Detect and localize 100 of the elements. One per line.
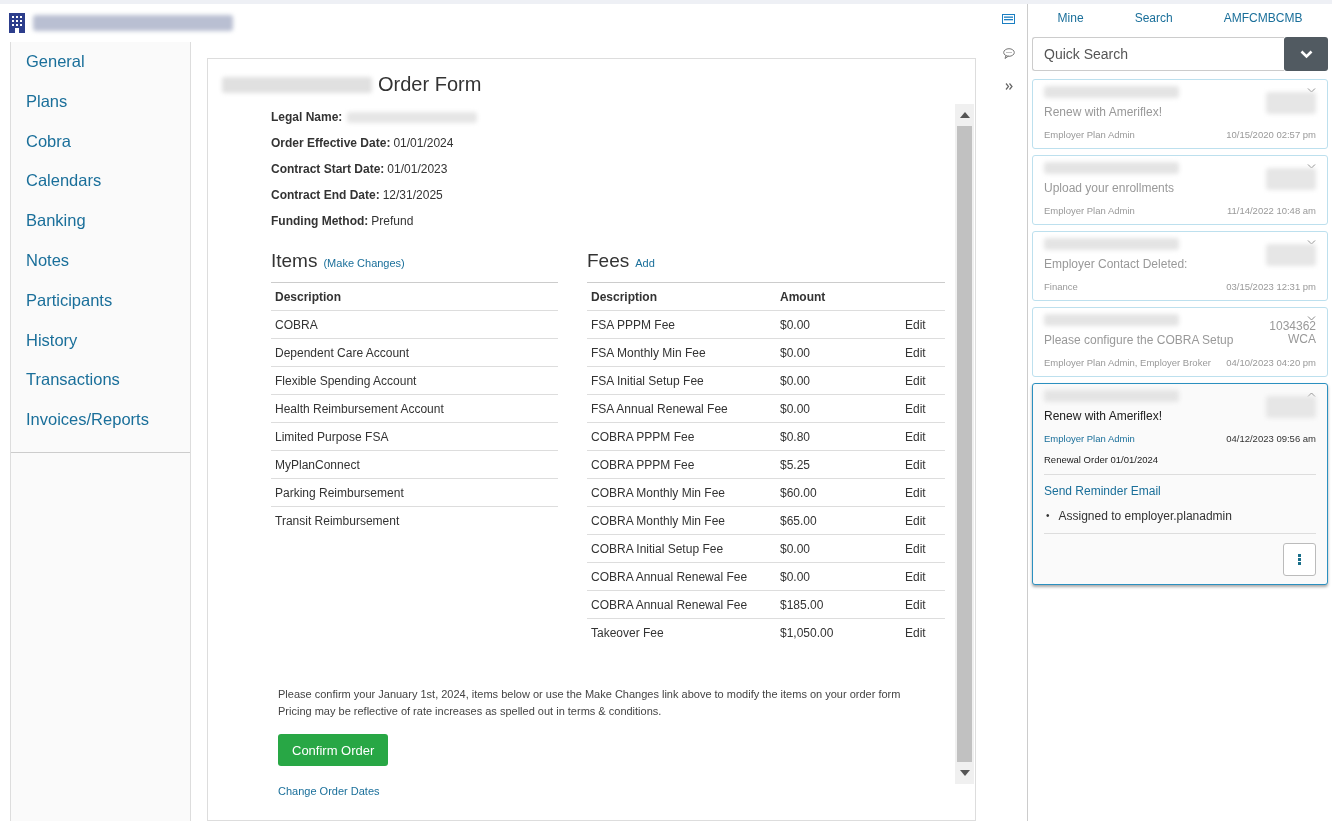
assigned-roles: Employer Plan Admin (1044, 129, 1135, 140)
redacted-text (1266, 168, 1316, 190)
panel-tab[interactable]: AMFCMBCMB (1223, 11, 1303, 31)
table-cell-text: FSA Annual Renewal Fee (591, 401, 729, 416)
task-card[interactable]: Renew with Ameriflex! Employer Plan Admin 04/12/2023 09:56 am Renewal Order 01/01/2024 Send Reminder Email • Assigned to employer.planadmin (1032, 383, 1328, 585)
task-message: Renew with Ameriflex! (1044, 104, 1163, 119)
table-cell-text: $0.00 (780, 401, 812, 416)
table-cell-text: Takeover Fee (591, 625, 665, 640)
panel-tab[interactable]: Mine (1057, 11, 1084, 31)
task-detail: Renewal Order 01/01/2024 (1044, 454, 1160, 465)
scroll-up-arrow-icon[interactable] (959, 112, 970, 118)
table-cell-text: COBRA Monthly Min Fee (591, 513, 727, 528)
section-title: Fees (587, 250, 630, 272)
table-cell-text: $0.00 (780, 373, 812, 388)
chat-icon[interactable] (1002, 48, 1015, 59)
column-header: Description (591, 289, 658, 304)
table-cell-text: $0.00 (780, 569, 812, 584)
panel-tab[interactable]: Search (1134, 11, 1173, 31)
chevron-down-icon (1299, 49, 1313, 59)
more-options-button[interactable] (1283, 543, 1316, 576)
table-cell-text: FSA Monthly Min Fee (591, 345, 707, 360)
table-cell-text: COBRA PPPM Fee (591, 457, 696, 472)
nav-item[interactable]: Transactions (11, 364, 190, 405)
table-cell-text: $60.00 (780, 485, 818, 500)
confirm-order-button[interactable]: Confirm Order (278, 734, 389, 766)
edit-link[interactable]: Edit (905, 401, 926, 416)
nav-item[interactable]: Notes (11, 245, 190, 285)
edit-link[interactable]: Edit (905, 597, 926, 612)
nav-item[interactable]: Invoices/Reports (11, 404, 190, 444)
redacted-text (1266, 396, 1316, 418)
reference-text: WCA (1288, 333, 1316, 346)
task-card[interactable]: Upload your enrollments Employer Plan Admin 11/14/2022 10:48 am (1032, 155, 1328, 225)
send-reminder-link[interactable]: Send Reminder Email (1044, 484, 1316, 498)
field-label: Funding Method: (271, 214, 369, 228)
table-cell: Parking Reimbursement (275, 485, 404, 500)
dropdown-button[interactable] (1284, 37, 1328, 71)
nav-item[interactable]: General (11, 46, 190, 86)
reference-text: 1034362 (1269, 320, 1316, 333)
task-message: Please configure the COBRA Setup (1044, 332, 1234, 347)
edit-link[interactable]: Edit (905, 625, 926, 640)
assigned-roles: Finance (1044, 281, 1078, 292)
table-cell-text: $0.00 (780, 541, 812, 556)
table-cell-text: $0.00 (780, 345, 812, 360)
assigned-roles: Employer Plan Admin, Employer Broker (1044, 357, 1211, 368)
edit-link[interactable]: Edit (905, 485, 926, 500)
list-icon[interactable] (1002, 14, 1015, 24)
nav-item[interactable]: Plans (11, 85, 190, 126)
table-cell-text: $1,050.00 (780, 625, 835, 640)
add-link[interactable]: Add (635, 257, 655, 269)
assigned-roles: Employer Plan Admin (1044, 433, 1135, 444)
change-order-dates-link[interactable]: Change Order Dates (278, 785, 955, 797)
edit-link[interactable]: Edit (905, 345, 926, 360)
scroll-thumb[interactable] (957, 126, 972, 762)
task-card[interactable]: Renew with Ameriflex! Employer Plan Admin 10/15/2020 02:57 pm (1032, 79, 1328, 149)
table-cell-text: COBRA Initial Setup Fee (591, 541, 725, 556)
redacted-text (1266, 244, 1316, 266)
table-cell: Health Reimbursement Account (275, 401, 444, 416)
field-label: Legal Name: (271, 110, 343, 124)
notice-text: Please confirm your January 1st, 2024, items below or use the Make Changes link above to modify the items on your order form (278, 687, 902, 702)
table-cell-text: COBRA Annual Renewal Fee (591, 569, 749, 584)
building-icon (9, 13, 25, 33)
field-value: 01/01/2023 (387, 162, 448, 176)
nav-item[interactable]: Participants (11, 284, 190, 325)
edit-link[interactable]: Edit (905, 513, 926, 528)
nav-item[interactable]: Banking (11, 205, 190, 245)
task-date: 11/14/2022 10:48 am (1226, 205, 1316, 216)
assigned-roles: Employer Plan Admin (1044, 205, 1135, 216)
quick-search-field[interactable]: Quick Search (1032, 37, 1284, 71)
edit-link[interactable]: Edit (905, 373, 926, 388)
scroll-down-arrow-icon[interactable] (959, 770, 970, 776)
nav-item[interactable]: Calendars (11, 165, 190, 206)
table-cell-text: FSA PPPM Fee (591, 317, 677, 332)
edit-link[interactable]: Edit (905, 541, 926, 556)
task-message: Renew with Ameriflex! (1044, 408, 1163, 423)
edit-link[interactable]: Edit (905, 317, 926, 332)
nav-item[interactable]: History (11, 324, 190, 365)
task-card[interactable]: Employer Contact Deleted: Finance 03/15/2023 12:31 pm (1032, 231, 1328, 301)
edit-link[interactable]: Edit (905, 569, 926, 584)
table-cell-text: $0.80 (780, 429, 812, 444)
make-changes-link[interactable]: (Make Changes) (323, 257, 405, 269)
notice-text: Pricing may be reflective of rate increases as spelled out in terms & conditions. (278, 704, 663, 719)
edit-link[interactable]: Edit (905, 457, 926, 472)
task-card[interactable]: Please configure the COBRA Setup 1034362 WCA Employer Plan Admin, Employer Broker 04/10/2023 04:20 pm (1032, 307, 1328, 377)
double-chevron-icon[interactable] (1004, 83, 1013, 90)
column-header: Amount (780, 289, 827, 304)
task-date: 10/15/2020 02:57 pm (1226, 129, 1316, 140)
redacted-text (1266, 92, 1316, 114)
table-cell-text: COBRA PPPM Fee (591, 429, 696, 444)
bullet-mark: • (1046, 509, 1050, 523)
field-value: 01/01/2024 (393, 136, 454, 150)
task-date: 03/15/2023 12:31 pm (1226, 281, 1316, 292)
table-cell: MyPlanConnect (275, 457, 360, 472)
table-cell: Limited Purpose FSA (275, 429, 389, 444)
field-label: Contract End Date: (271, 188, 380, 202)
table-cell: Dependent Care Account (275, 345, 410, 360)
task-date: 04/10/2023 04:20 pm (1226, 357, 1316, 368)
table-cell: Transit Reimbursement (275, 513, 400, 528)
edit-link[interactable]: Edit (905, 429, 926, 444)
task-message: Employer Contact Deleted: (1044, 256, 1188, 271)
nav-item[interactable]: Cobra (11, 125, 190, 166)
